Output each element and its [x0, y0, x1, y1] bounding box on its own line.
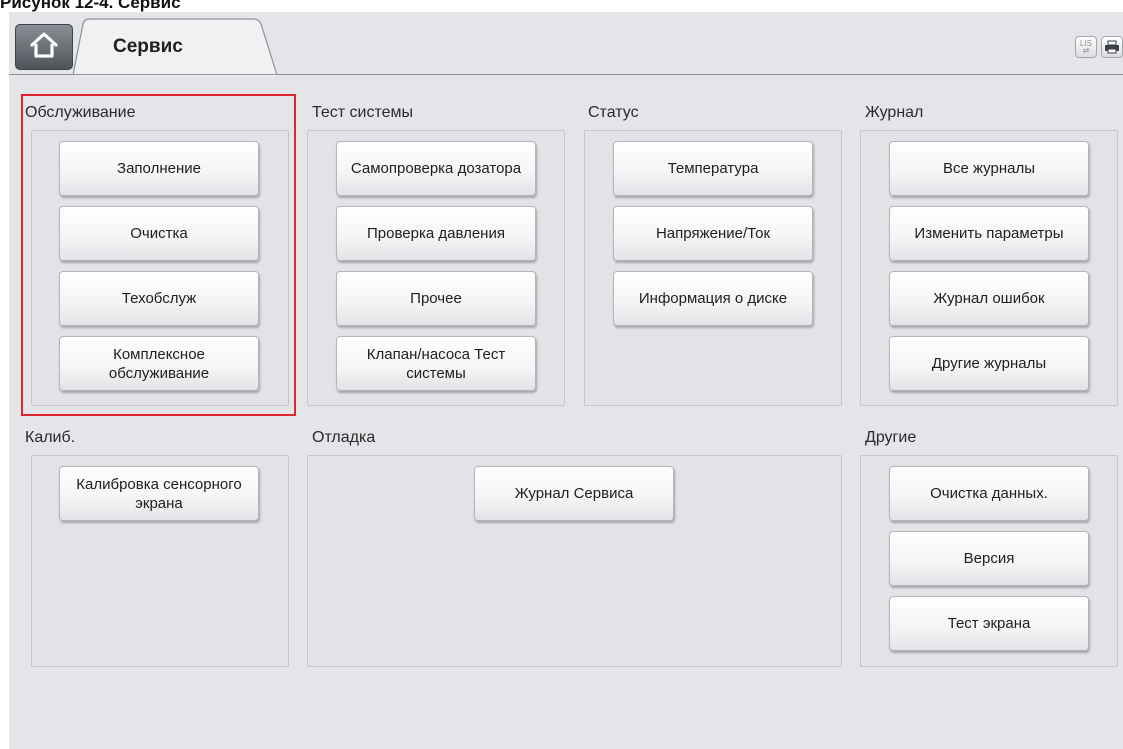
- change-params-button[interactable]: Изменить параметры: [889, 206, 1089, 261]
- fill-button[interactable]: Заполнение: [59, 141, 259, 196]
- maintenance-button[interactable]: Техобслуж: [59, 271, 259, 326]
- service-screen: Сервис LIS ⇄ Обслуживание Заполнение Очис…: [9, 12, 1123, 749]
- temperature-button[interactable]: Температура: [613, 141, 813, 196]
- group-title-calib: Калиб.: [25, 429, 76, 446]
- group-status: Температура Напряжение/Ток Информация о …: [584, 130, 842, 406]
- group-title-maintenance: Обслуживание: [25, 104, 136, 121]
- home-button[interactable]: [15, 24, 73, 70]
- group-debug: Журнал Сервиса: [307, 455, 842, 667]
- group-title-system-test: Тест системы: [312, 104, 414, 121]
- printer-icon[interactable]: [1101, 36, 1123, 58]
- other-test-button[interactable]: Прочее: [336, 271, 536, 326]
- group-title-debug: Отладка: [312, 429, 376, 446]
- home-icon: [29, 31, 59, 64]
- error-log-button[interactable]: Журнал ошибок: [889, 271, 1089, 326]
- tab-divider: [9, 74, 1123, 75]
- tab-service[interactable]: Сервис: [73, 18, 281, 76]
- valve-pump-test-button[interactable]: Клапан/насоса Тест системы: [336, 336, 536, 391]
- lis-icon[interactable]: LIS ⇄: [1075, 36, 1097, 58]
- voltage-current-button[interactable]: Напряжение/Ток: [613, 206, 813, 261]
- dispenser-selftest-button[interactable]: Самопроверка дозатора: [336, 141, 536, 196]
- group-title-log: Журнал: [865, 104, 924, 121]
- group-other: Очистка данных. Версия Тест экрана: [860, 455, 1118, 667]
- version-button[interactable]: Версия: [889, 531, 1089, 586]
- other-logs-button[interactable]: Другие журналы: [889, 336, 1089, 391]
- cleaning-button[interactable]: Очистка: [59, 206, 259, 261]
- complex-maintenance-button[interactable]: Комплексное обслуживание: [59, 336, 259, 391]
- top-bar: Сервис LIS ⇄: [9, 12, 1123, 80]
- disk-info-button[interactable]: Информация о диске: [613, 271, 813, 326]
- group-maintenance: Заполнение Очистка Техобслуж Комплексное…: [31, 130, 289, 406]
- tab-label: Сервис: [113, 36, 183, 57]
- clear-data-button[interactable]: Очистка данных.: [889, 466, 1089, 521]
- figure-caption: Рисунок 12-4. Сервис: [0, 0, 181, 12]
- pressure-check-button[interactable]: Проверка давления: [336, 206, 536, 261]
- screen-test-button[interactable]: Тест экрана: [889, 596, 1089, 651]
- group-system-test: Самопроверка дозатора Проверка давления …: [307, 130, 565, 406]
- group-calib: Калибровка сенсорного экрана: [31, 455, 289, 667]
- service-log-button[interactable]: Журнал Сервиса: [474, 466, 674, 521]
- touchscreen-calib-button[interactable]: Калибровка сенсорного экрана: [59, 466, 259, 521]
- group-log: Все журналы Изменить параметры Журнал ош…: [860, 130, 1118, 406]
- group-title-status: Статус: [588, 104, 639, 121]
- top-right-icons: LIS ⇄: [1075, 36, 1123, 58]
- group-title-other: Другие: [865, 429, 917, 446]
- all-logs-button[interactable]: Все журналы: [889, 141, 1089, 196]
